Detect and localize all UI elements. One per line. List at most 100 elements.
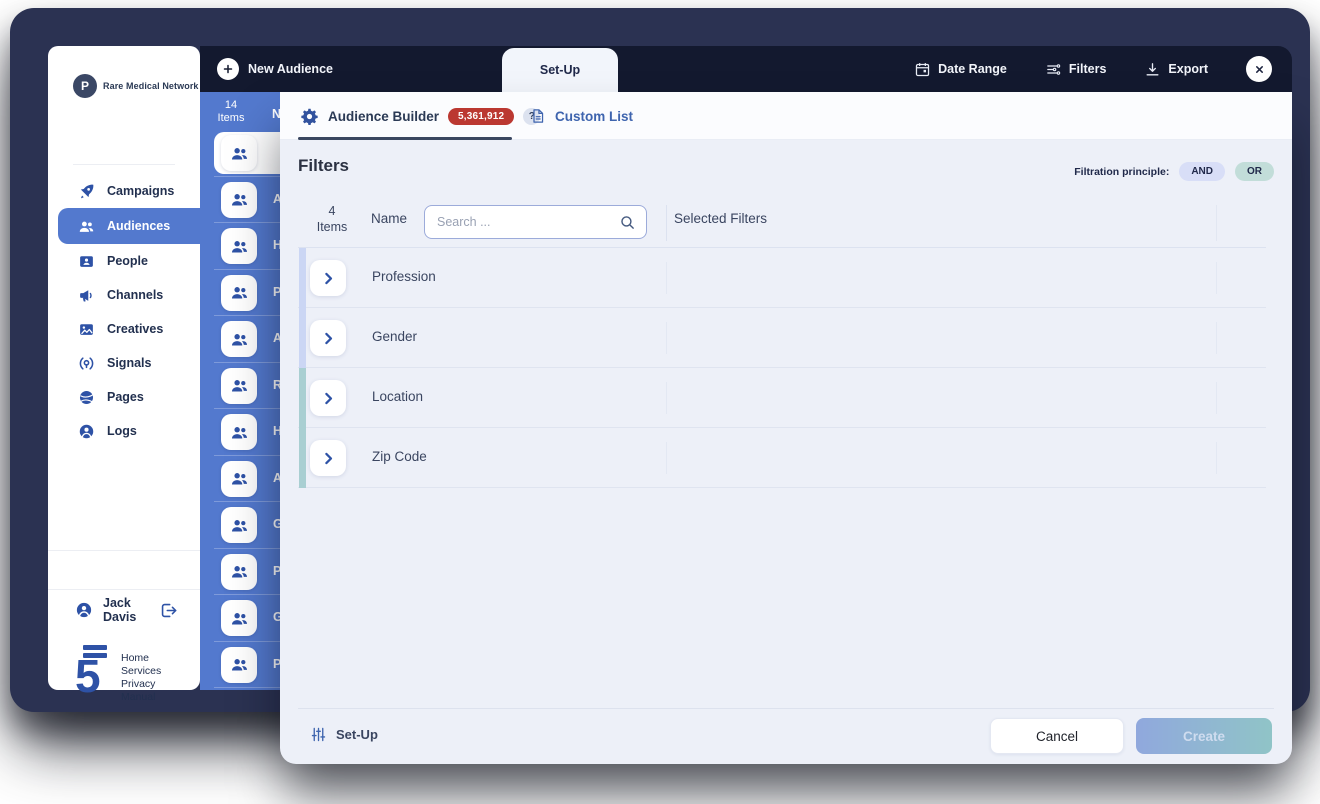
sliders-icon (1045, 61, 1062, 78)
close-button[interactable] (1246, 56, 1272, 82)
audiences-icon (78, 218, 95, 235)
filters-button[interactable]: Filters (1045, 61, 1107, 78)
audiences-icon (221, 461, 257, 497)
audience-list-item[interactable] (200, 130, 280, 177)
row-accent-strip (299, 368, 306, 428)
expand-row-button[interactable] (310, 260, 346, 296)
row-accent-strip (299, 308, 306, 368)
filtration-principle-label: Filtration principle: (1074, 166, 1169, 178)
filtration-principle: Filtration principle: AND OR (1074, 162, 1274, 181)
audience-list-item[interactable]: G (200, 595, 280, 642)
audiences-icon (221, 554, 257, 590)
row-accent-strip (299, 248, 306, 308)
sidebar-item-audiences[interactable]: Audiences (58, 208, 200, 244)
sidebar-item-pages[interactable]: Pages (48, 380, 200, 414)
audience-list-item[interactable]: P (200, 549, 280, 596)
sidebar-item-channels[interactable]: Channels (48, 278, 200, 312)
audiences-icon (221, 182, 257, 218)
audiences-icon (221, 414, 257, 450)
filter-row-location[interactable]: Location (280, 368, 1292, 428)
close-icon (1253, 63, 1266, 76)
audience-builder-modal: Audience Builder 5,361,912 ? Custom List… (280, 92, 1292, 764)
audiences-icon (221, 368, 257, 404)
audiences-icon (221, 507, 257, 543)
search-input[interactable] (425, 215, 619, 229)
filter-row-label: Gender (372, 329, 417, 344)
audience-list-item[interactable]: A (200, 177, 280, 224)
audience-list-panel: 14 Items N AHPARHAGPGP (200, 92, 280, 690)
or-toggle[interactable]: OR (1235, 162, 1274, 181)
sidebar-item-label: People (107, 254, 148, 268)
sidebar-item-people[interactable]: People (48, 244, 200, 278)
filter-row-profession[interactable]: Profession (280, 248, 1292, 308)
app-window: New Audience Date Range Filters (10, 8, 1310, 712)
filter-count: 4 Items (304, 203, 360, 235)
document-icon (530, 108, 546, 124)
logout-icon[interactable] (159, 601, 178, 620)
column-divider (666, 205, 667, 241)
footer-setup-step[interactable]: Set-Up (310, 726, 378, 743)
chevron-right-icon (320, 390, 337, 407)
tab-audience-builder-label: Audience Builder (328, 109, 439, 124)
audiences-icon (221, 600, 257, 636)
new-audience-button[interactable]: New Audience (217, 58, 333, 80)
create-button[interactable]: Create (1136, 718, 1272, 754)
date-range-button[interactable]: Date Range (914, 61, 1007, 78)
audience-list-item[interactable]: A (200, 316, 280, 363)
brand: P Rare Medical Network (48, 46, 200, 126)
audience-list-item[interactable]: H (200, 223, 280, 270)
audience-list-item[interactable]: P (200, 642, 280, 689)
tab-custom-list[interactable]: Custom List (530, 92, 633, 140)
cancel-button[interactable]: Cancel (990, 718, 1124, 754)
column-divider (666, 382, 667, 414)
new-audience-label: New Audience (248, 62, 333, 76)
active-tab-indicator (298, 137, 512, 140)
column-divider (666, 262, 667, 294)
tab-setup-top[interactable]: Set-Up (502, 48, 618, 92)
filter-row-zip-code[interactable]: Zip Code (280, 428, 1292, 488)
and-toggle[interactable]: AND (1179, 162, 1225, 181)
expand-row-button[interactable] (310, 440, 346, 476)
name-column-header: Name (371, 211, 407, 226)
chevron-right-icon (320, 330, 337, 347)
sidebar-item-creatives[interactable]: Creatives (48, 312, 200, 346)
topbar: New Audience Date Range Filters (200, 46, 1292, 92)
audience-list-item[interactable]: P (200, 270, 280, 317)
contact-card-icon (78, 253, 95, 270)
sidebar-item-campaigns[interactable]: Campaigns (48, 174, 200, 208)
expand-row-button[interactable] (310, 320, 346, 356)
sidebar-item-logs[interactable]: Logs (48, 414, 200, 448)
user-circle-icon (78, 423, 95, 440)
audience-list-item[interactable]: H (200, 409, 280, 456)
selected-filters-header: Selected Filters (674, 211, 767, 226)
footer-link-services[interactable]: Services (121, 665, 161, 678)
filter-row-label: Location (372, 389, 423, 404)
sidebar-item-label: Creatives (107, 322, 163, 336)
tab-custom-list-label: Custom List (555, 109, 633, 124)
megaphone-icon (78, 287, 95, 304)
sidebar-item-label: Campaigns (107, 184, 174, 198)
divider (214, 687, 280, 688)
audience-list-item[interactable]: R (200, 363, 280, 410)
plus-icon (217, 58, 239, 80)
sidebar-item-label: Channels (107, 288, 163, 302)
sidebar-item-signals[interactable]: Signals (48, 346, 200, 380)
audiences-icon (221, 135, 257, 171)
calendar-icon (914, 61, 931, 78)
download-icon (1144, 61, 1161, 78)
tab-audience-builder[interactable]: Audience Builder 5,361,912 ? (300, 92, 540, 140)
audience-list-item[interactable]: G (200, 502, 280, 549)
audience-list-item[interactable]: A (200, 456, 280, 503)
audience-count: 14 Items (200, 99, 262, 125)
footer-link-manual[interactable]: Manual (121, 691, 161, 704)
brand-name: Rare Medical Network (103, 81, 199, 91)
filter-row-gender[interactable]: Gender (280, 308, 1292, 368)
footer-link-privacy[interactable]: Privacy (121, 678, 161, 691)
audiences-icon (221, 647, 257, 683)
footer-link-home[interactable]: Home (121, 652, 161, 665)
chevron-right-icon (320, 450, 337, 467)
divider (48, 550, 200, 551)
sidebar-item-label: Signals (107, 356, 151, 370)
expand-row-button[interactable] (310, 380, 346, 416)
export-button[interactable]: Export (1144, 61, 1208, 78)
